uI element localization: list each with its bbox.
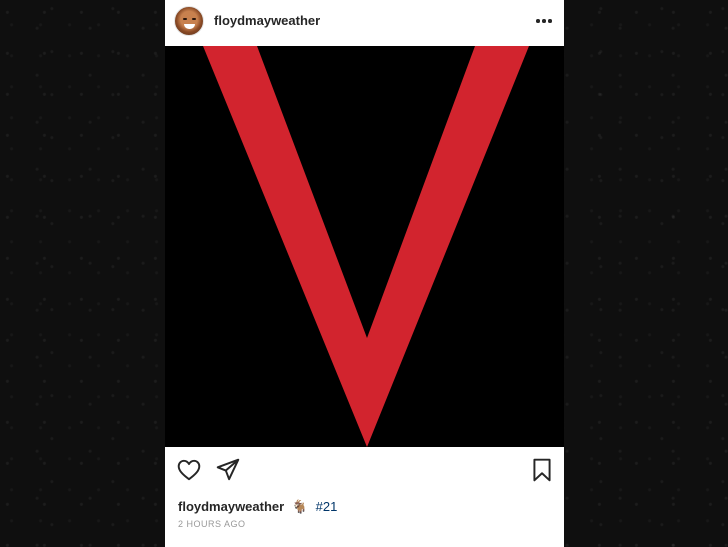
avatar[interactable] [174,6,204,36]
caption-hashtag[interactable]: #21 [316,499,338,514]
post-header: floydmayweather [165,0,564,46]
caption-username[interactable]: floydmayweather [178,499,284,514]
avatar-eye-right [192,18,196,20]
avatar-eye-left [183,18,187,20]
heart-icon[interactable] [176,457,202,483]
post-caption: floydmayweather 🐐 #21 [178,499,337,515]
avatar-mouth [184,24,195,29]
more-options-icon[interactable] [536,19,552,23]
send-icon[interactable] [215,457,241,483]
goat-emoji: 🐐 [291,499,309,514]
action-bar [165,447,564,493]
bookmark-icon[interactable] [529,457,555,483]
red-v-graphic [165,46,564,447]
post-image[interactable] [165,46,564,447]
post-timestamp: 2 HOURS AGO [178,519,246,529]
instagram-post: floydmayweather floydmayweather 🐐 #21 2 … [165,0,564,547]
post-username[interactable]: floydmayweather [214,13,320,28]
